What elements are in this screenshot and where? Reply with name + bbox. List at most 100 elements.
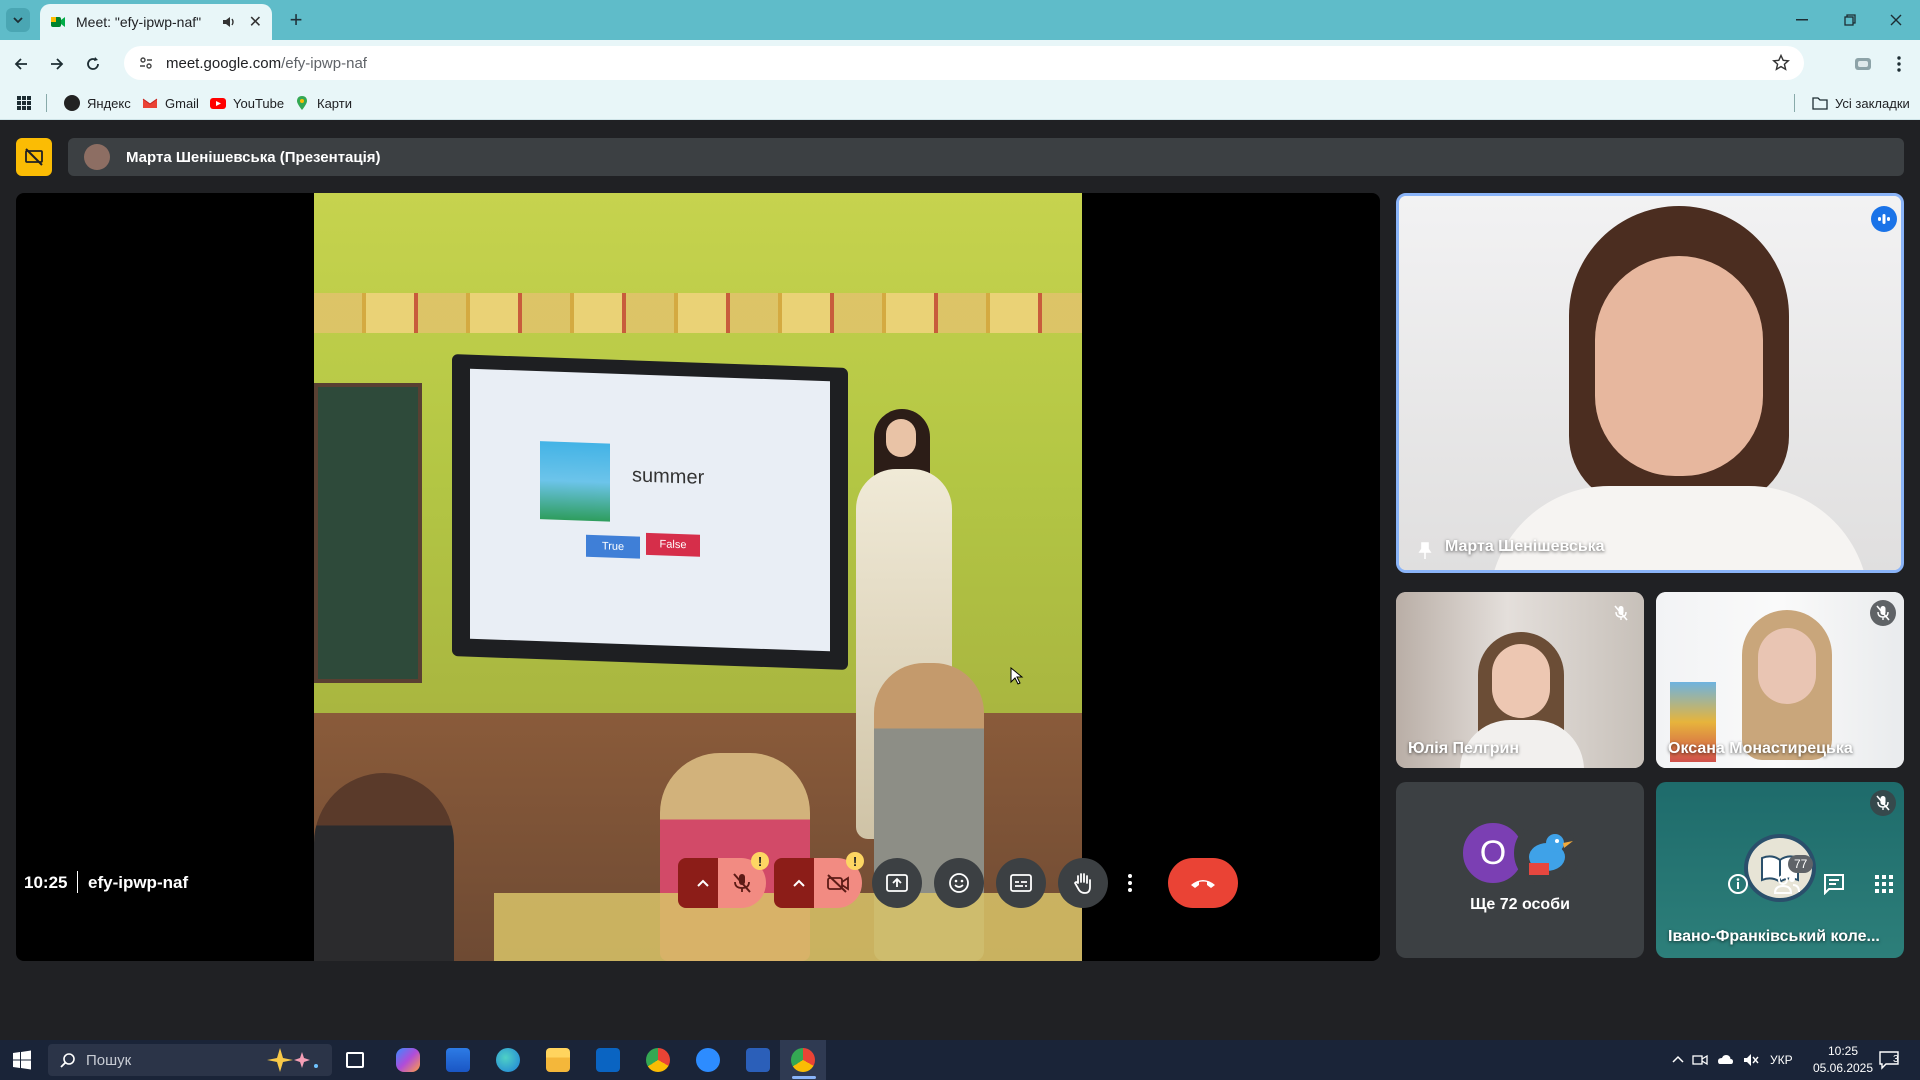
minimize-button[interactable] bbox=[1786, 10, 1818, 30]
youtube-icon bbox=[210, 98, 226, 109]
apps-button[interactable] bbox=[16, 93, 32, 113]
chrome-active-icon[interactable] bbox=[791, 1048, 815, 1072]
task-view-icon[interactable] bbox=[346, 1052, 364, 1068]
reload-button[interactable] bbox=[80, 51, 106, 77]
bird-avatar-icon bbox=[1529, 834, 1573, 875]
present-screen-button[interactable] bbox=[872, 858, 922, 908]
stop-presenting-badge[interactable] bbox=[16, 138, 52, 176]
chat-icon bbox=[1824, 874, 1844, 895]
speaking-indicator bbox=[1871, 206, 1897, 232]
mic-off-indicator bbox=[1870, 600, 1896, 626]
slide-true-button: True bbox=[586, 534, 640, 559]
bookmark-star-icon[interactable] bbox=[1772, 54, 1790, 72]
start-button[interactable] bbox=[10, 1048, 34, 1072]
pin-icon bbox=[1418, 542, 1432, 559]
more-avatar-image bbox=[1514, 820, 1580, 886]
people-button[interactable] bbox=[1772, 870, 1802, 898]
meeting-details-button[interactable] bbox=[1724, 870, 1752, 898]
copilot-icon[interactable] bbox=[396, 1048, 420, 1072]
new-tab-button[interactable]: + bbox=[284, 7, 308, 32]
captions-button[interactable] bbox=[996, 858, 1046, 908]
windows-logo-icon bbox=[13, 1050, 31, 1070]
active-app-underline bbox=[792, 1076, 816, 1079]
reactions-button[interactable] bbox=[934, 858, 984, 908]
raise-hand-button[interactable] bbox=[1058, 858, 1108, 908]
participant-face bbox=[1492, 644, 1550, 718]
activities-button[interactable] bbox=[1870, 870, 1898, 898]
chevron-up-icon bbox=[793, 879, 805, 887]
edge-icon[interactable] bbox=[496, 1048, 520, 1072]
store-icon[interactable] bbox=[446, 1048, 470, 1072]
search-icon bbox=[60, 1053, 75, 1068]
chevron-up-icon[interactable] bbox=[1672, 1054, 1684, 1064]
taskbar-search[interactable]: Пошук bbox=[48, 1044, 332, 1076]
tab-meet[interactable]: Meet: "efy-ipwp-naf" ✕ bbox=[40, 4, 272, 40]
participant-tile[interactable]: Оксана Монастирецька bbox=[1656, 592, 1904, 768]
browser-menu-button[interactable] bbox=[1886, 51, 1912, 77]
chat-button[interactable] bbox=[1820, 870, 1848, 898]
bookmark-gmail[interactable]: Gmail bbox=[142, 93, 199, 113]
forward-button[interactable] bbox=[44, 51, 70, 77]
camera-warning-icon: ! bbox=[846, 852, 864, 870]
speaker-icon[interactable] bbox=[221, 14, 237, 30]
mouse-cursor-icon bbox=[1010, 667, 1024, 685]
mic-off-indicator bbox=[1608, 600, 1634, 626]
bookmark-maps[interactable]: Карти bbox=[294, 93, 352, 113]
call-end-icon bbox=[1191, 880, 1215, 888]
chrome-icon[interactable] bbox=[646, 1048, 670, 1072]
volume-muted-icon[interactable] bbox=[1742, 1052, 1760, 1068]
chevron-up-icon bbox=[697, 879, 709, 887]
alphabet-garland bbox=[314, 293, 1082, 333]
meet-tray-icon[interactable] bbox=[1692, 1052, 1708, 1068]
bookmark-yandex[interactable]: Яндекс bbox=[64, 93, 131, 113]
tab-search-button[interactable] bbox=[6, 8, 30, 32]
file-explorer-icon[interactable] bbox=[546, 1048, 570, 1072]
participant-tile[interactable]: Юлія Пелгрин bbox=[1396, 592, 1644, 768]
google-meet-icon bbox=[51, 17, 65, 27]
bookmarks-bar: Яндекс Gmail YouTube Карти Усі закладки bbox=[0, 86, 1920, 120]
arrow-left-icon bbox=[14, 58, 27, 70]
profile-icon bbox=[1855, 58, 1871, 70]
close-window-button[interactable] bbox=[1880, 10, 1912, 30]
taskbar-time[interactable]: 10:25 bbox=[1818, 1044, 1868, 1058]
arrow-right-icon bbox=[51, 58, 64, 70]
present-to-all-icon bbox=[886, 874, 908, 892]
presentation-stage[interactable]: summer True False bbox=[16, 193, 1380, 961]
extensions-button[interactable] bbox=[1850, 51, 1876, 77]
more-options-button[interactable] bbox=[1116, 858, 1144, 908]
apps-grid-icon bbox=[17, 96, 31, 110]
more-participants-tile[interactable]: О Ще 72 особи bbox=[1396, 782, 1644, 958]
site-settings-icon[interactable] bbox=[138, 55, 154, 71]
people-icon bbox=[1774, 875, 1800, 894]
participant-tile-pinned[interactable]: Марта Шенішевська bbox=[1396, 193, 1904, 573]
url-path: /efy-ipwp-naf bbox=[281, 54, 367, 72]
slide-false-button: False bbox=[646, 532, 700, 557]
camera-off-icon bbox=[827, 874, 849, 893]
zoom-icon[interactable] bbox=[696, 1048, 720, 1072]
address-bar[interactable]: meet.google.com/efy-ipwp-naf bbox=[124, 46, 1804, 80]
whiteboard-screen: summer True False bbox=[470, 368, 830, 652]
outlook-icon[interactable] bbox=[596, 1048, 620, 1072]
all-bookmarks-label: Усі закладки bbox=[1835, 95, 1910, 111]
participant-name: Марта Шенішевська bbox=[1445, 538, 1605, 555]
taskbar-date[interactable]: 05.06.2025 bbox=[1808, 1061, 1878, 1075]
closed-captions-icon bbox=[1010, 874, 1032, 892]
close-tab-icon[interactable]: ✕ bbox=[249, 12, 262, 32]
participant-name: Юлія Пелгрин bbox=[1408, 740, 1519, 757]
bookmark-youtube[interactable]: YouTube bbox=[210, 93, 284, 113]
word-icon[interactable] bbox=[746, 1048, 770, 1072]
leave-call-button[interactable] bbox=[1168, 858, 1238, 908]
onedrive-icon[interactable] bbox=[1716, 1052, 1734, 1066]
slide-word: summer bbox=[632, 464, 705, 489]
presented-video-frame: summer True False bbox=[314, 193, 1082, 961]
people-count-badge: 77 bbox=[1788, 855, 1814, 873]
info-icon bbox=[1728, 874, 1748, 894]
mic-off-icon bbox=[1614, 605, 1628, 621]
keyboard-language[interactable]: УКР bbox=[1770, 1053, 1793, 1067]
folder-icon bbox=[1812, 97, 1828, 110]
restore-button[interactable] bbox=[1834, 10, 1866, 30]
back-button[interactable] bbox=[8, 51, 34, 77]
mic-off-icon bbox=[733, 873, 751, 893]
participant-face bbox=[1758, 628, 1816, 704]
all-bookmarks-button[interactable]: Усі закладки bbox=[1812, 93, 1910, 113]
